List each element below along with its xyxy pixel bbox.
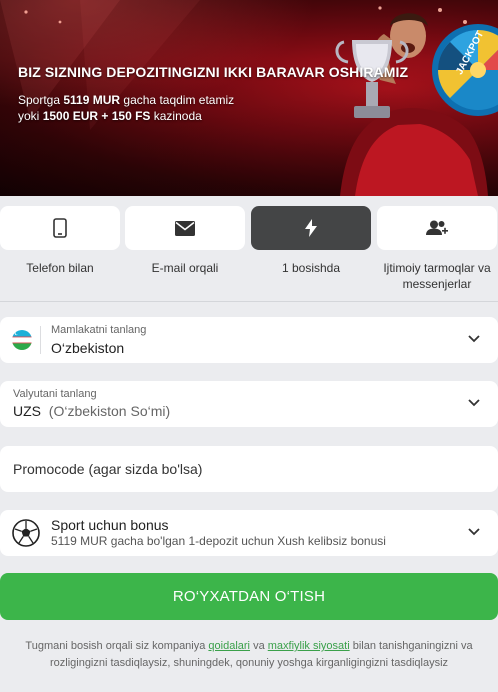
currency-select[interactable]: Valyutani tanlang UZS (O‘zbekiston So‘mi… [0, 381, 498, 427]
promocode-input[interactable]: Promocode (agar sizda bo'lsa) [0, 446, 498, 492]
privacy-policy-link[interactable]: maxfiylik siyosati [268, 640, 350, 652]
tab-social-label: Ijtimoiy tarmoqlar va messenjerlar [383, 261, 491, 291]
currency-label: Valyutani tanlang [13, 388, 97, 400]
country-label: Mamlakatni tanlang [51, 324, 147, 336]
tab-phone-label: Telefon bilan [26, 261, 94, 275]
country-select[interactable]: Mamlakatni tanlang O‘zbekiston [0, 317, 498, 363]
bonus-title: Sport uchun bonus [51, 517, 169, 533]
country-value: O‘zbekiston [51, 340, 125, 356]
rules-link[interactable]: qoidalari [208, 640, 250, 652]
terms-text: Tugmani bosish orqali siz kompaniya qoid… [25, 640, 473, 669]
bonus-description: 5119 MUR gacha bo'lgan 1-depozit uchun X… [51, 534, 386, 548]
register-button[interactable]: RO‘YXATDAN O‘TISH [0, 573, 498, 620]
soccer-ball-icon [12, 519, 40, 547]
users-icon [426, 220, 448, 235]
field-separator [40, 326, 41, 354]
promocode-placeholder: Promocode (agar sizda bo'lsa) [13, 461, 203, 477]
divider [0, 301, 498, 302]
lightning-icon [305, 219, 317, 237]
banner-title: BIZ SIZNING DEPOZITINGIZNI IKKI BARAVAR … [18, 64, 409, 80]
tab-email-label: E-mail orqali [151, 261, 219, 275]
currency-value: UZS (O‘zbekiston So‘mi) [13, 403, 171, 419]
phone-icon [53, 218, 67, 238]
tab-email[interactable] [125, 206, 245, 250]
tab-phone[interactable] [0, 206, 120, 250]
tab-social[interactable] [377, 206, 497, 250]
chevron-down-icon [468, 399, 480, 407]
registration-method-tabs: Telefon bilan E-mail orqali 1 bosishda I… [0, 206, 498, 296]
chevron-down-icon [468, 528, 480, 536]
envelope-icon [175, 220, 195, 236]
tab-one-click-label: 1 bosishda [281, 261, 341, 275]
chevron-down-icon [468, 335, 480, 343]
banner-subtitle: Sportga 5119 MUR gacha taqdim etamiz yok… [18, 93, 235, 123]
tab-one-click[interactable] [251, 206, 371, 250]
uzbekistan-flag-icon [12, 330, 32, 350]
bonus-select[interactable]: Sport uchun bonus 5119 MUR gacha bo'lgan… [0, 510, 498, 556]
promo-banner[interactable]: JACKPOT BIZ SIZNING DEPOZITINGIZNI IKKI … [0, 0, 498, 196]
